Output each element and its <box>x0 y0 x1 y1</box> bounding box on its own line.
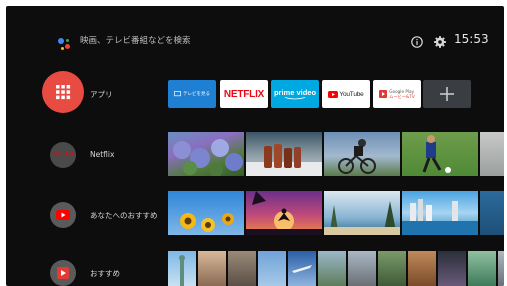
prime-smile-icon <box>284 97 306 100</box>
recommended-for-you-row-label: あなたへのおすすめ <box>90 211 158 220</box>
soccer-image <box>422 135 451 173</box>
recommended-thumbnail-4[interactable] <box>402 191 478 235</box>
cyclist-image <box>338 139 376 174</box>
recommended-row-icon[interactable] <box>50 260 76 286</box>
statue-of-liberty-image <box>179 255 185 286</box>
recommended-for-you-row-icon[interactable] <box>50 202 76 228</box>
netflix-thumbnail-1[interactable] <box>168 132 244 176</box>
recommended-row-label: おすすめ <box>90 269 120 278</box>
sunset-yoga-image <box>246 191 322 235</box>
recommended-thumbnail-1[interactable] <box>168 191 244 235</box>
add-app-button[interactable] <box>423 80 471 108</box>
bottles-image <box>246 144 322 176</box>
hydrangea-image <box>173 139 243 176</box>
movies-tv-label: ムービー&TV <box>389 94 415 99</box>
clock: 15:53 <box>454 32 489 46</box>
waikiki-image <box>402 199 478 235</box>
netflix-row-icon[interactable]: NETFLIX <box>50 142 76 168</box>
tv-home-screen: 映画、テレビ番組などを検索 15:53 アプリ テレビを見る NETFLIX p… <box>6 6 504 286</box>
recommended-thumbnail-3[interactable] <box>324 191 400 235</box>
recommended-small-thumbnail-6[interactable] <box>318 251 346 286</box>
google-assistant-icon[interactable] <box>56 37 72 53</box>
airplane-image <box>292 265 312 273</box>
recommended-thumbnail-5[interactable] <box>480 191 504 235</box>
sunflower-image <box>180 213 234 232</box>
app-tile-youtube[interactable]: YouTube <box>322 80 370 108</box>
recommended-small-thumbnail-3[interactable] <box>228 251 256 286</box>
netflix-thumbnail-2[interactable] <box>246 132 322 176</box>
recommended-small-thumbnail-10[interactable] <box>438 251 466 286</box>
tv-icon <box>174 91 181 97</box>
prime-video-logo: prime video <box>273 88 317 97</box>
netflix-thumbnail-4[interactable] <box>402 132 478 176</box>
netflix-logo: NETFLIX <box>223 88 265 100</box>
recommended-small-thumbnail-5[interactable] <box>288 251 316 286</box>
apps-row-icon[interactable] <box>42 71 84 113</box>
app-tile-google-play-movies[interactable]: Google Play ムービー&TV <box>373 80 421 108</box>
youtube-play-icon <box>328 90 339 98</box>
app-tile-label: テレビを見る <box>183 92 210 97</box>
recommended-small-thumbnail-1[interactable] <box>168 251 196 286</box>
play-movies-icon <box>379 90 388 98</box>
recommended-small-thumbnail-12[interactable] <box>498 251 504 286</box>
app-tile-netflix[interactable]: NETFLIX <box>220 80 268 108</box>
recommended-small-thumbnail-4[interactable] <box>258 251 286 286</box>
recommended-small-thumbnail-11[interactable] <box>468 251 496 286</box>
app-tile-live-tv[interactable]: テレビを見る <box>168 80 216 108</box>
recommended-small-thumbnail-7[interactable] <box>348 251 376 286</box>
recommended-small-thumbnail-9[interactable] <box>408 251 436 286</box>
app-tile-prime-video[interactable]: prime video <box>271 80 319 108</box>
netflix-thumbnail-3[interactable] <box>324 132 400 176</box>
info-icon[interactable] <box>410 34 424 48</box>
netflix-row-label: Netflix <box>90 150 115 159</box>
recommended-small-thumbnail-8[interactable] <box>378 251 406 286</box>
apps-row-label: アプリ <box>90 90 113 99</box>
netflix-thumbnail-5[interactable] <box>480 132 504 176</box>
netflix-badge-text: NETFLIX <box>52 151 74 157</box>
plus-icon <box>440 87 454 101</box>
beach-trees-image <box>324 201 400 235</box>
recommended-small-thumbnail-2[interactable] <box>198 251 226 286</box>
search-bar[interactable]: 映画、テレビ番組などを検索 <box>80 34 191 48</box>
settings-gear-icon[interactable] <box>433 34 447 48</box>
recommended-thumbnail-2[interactable] <box>246 191 322 235</box>
youtube-logo-text: YouTube <box>339 90 364 98</box>
